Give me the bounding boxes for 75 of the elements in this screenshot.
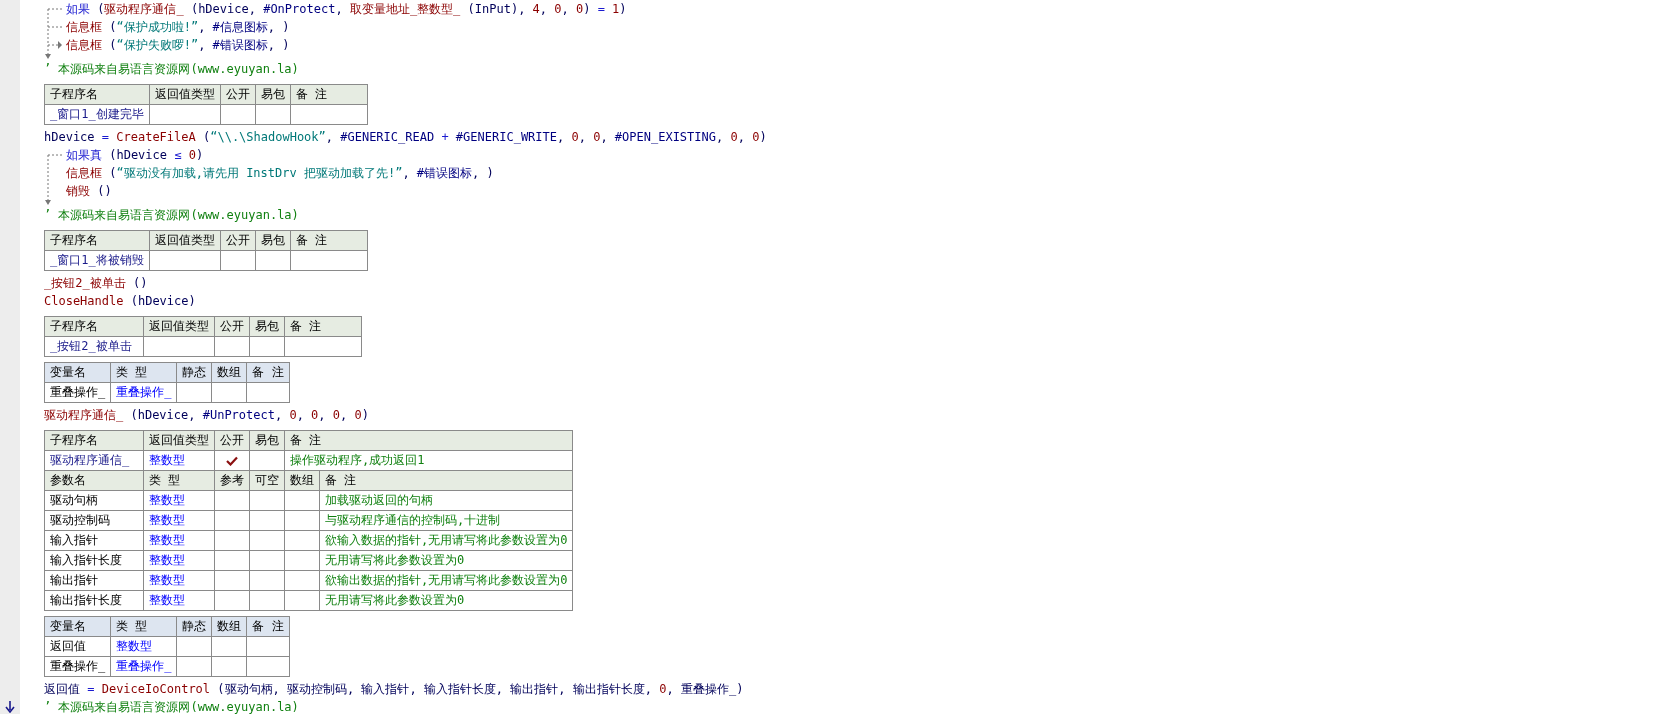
comment-line: ’ 本源码来自易语言资源网(www.eyuyan.la) [44,700,299,714]
column-header: 静态 [176,362,212,383]
table-cell: 无用请写将此参数设置为0 [319,550,573,571]
code-line: hDevice = CreateFileA (“\\.\ShadowHook”, #GENERIC_READ + #GENERIC_WRITE, 0, 0, #OPEN_EXISTING, 0, 0) [44,129,767,146]
table-cell: 欲输出数据的指针,无用请写将此参数设置为0 [319,570,573,591]
column-header: 子程序名 [44,230,150,251]
table-cell: 返回值 [44,636,111,657]
comment-line: ’ 本源码来自易语言资源网(www.eyuyan.la) [44,62,299,76]
table-cell: 整数型 [143,570,215,591]
column-header: 公开 [214,316,250,337]
table-cell: 输入指针 [44,530,144,551]
table-cell: 重叠操作_ [110,656,177,677]
code-line: 返回值 = DeviceIoControl (驱动句柄, 驱动控制码, 输入指针, 输入指针长度, 输出指针, 输出指针长度, 0, 重叠操作_) [44,681,744,698]
code-line: 信息框 (“保护成功啦!”, #信息图标, ) [66,19,291,36]
table-cell: 整数型 [143,450,215,471]
code-line: 驱动程序通信_ (hDevice, #UnProtect, 0, 0, 0, 0) [44,407,369,424]
table-cell: 驱动程序通信_ [44,450,144,471]
column-header: 类 型 [110,362,177,383]
comment-line: ’ 本源码来自易语言资源网(www.eyuyan.la) [44,208,299,222]
code-line: 信息框 (“驱动没有加载,请先用 InstDrv 把驱动加载了先!”, #错误图标, ) [66,165,494,182]
code-line: _按钮2_被单击 () [44,275,148,292]
column-header: 公开 [220,84,256,105]
table-cell: 无用请写将此参数设置为0 [319,590,573,611]
column-header: 子程序名 [44,316,144,337]
column-header: 备 注 [290,84,368,105]
table-cell: 驱动控制码 [44,510,144,531]
table-cell: 整数型 [143,490,215,511]
table-cell: 重叠操作_ [44,656,111,677]
column-header: 返回值类型 [149,84,221,105]
table-cell: _窗口1_创建完毕 [44,104,150,125]
table-cell: 输入指针长度 [44,550,144,571]
column-header: 易包 [255,84,291,105]
column-header: 公开 [214,430,250,451]
code-line: 如果真 (hDevice ≤ 0) [66,147,205,164]
table-cell: 重叠操作_ [110,382,177,403]
column-header: 子程序名 [44,84,150,105]
column-header: 返回值类型 [143,316,215,337]
column-header: 变量名 [44,616,111,637]
column-header: 返回值类型 [149,230,221,251]
table-cell: 整数型 [110,636,177,657]
table-cell: 整数型 [143,530,215,551]
column-header: 备 注 [284,316,362,337]
column-header: 备 注 [246,616,290,637]
column-header: 参数名 [44,470,144,491]
column-header: 备 注 [284,430,573,451]
table-cell: 与驱动程序通信的控制码,十进制 [319,510,573,531]
code-line: 信息框 (“保护失败啰!”, #错误图标, ) [66,37,291,54]
table-cell: 加载驱动返回的句柄 [319,490,573,511]
column-header: 备 注 [290,230,368,251]
table-cell: 整数型 [143,510,215,531]
column-header: 变量名 [44,362,111,383]
table-cell: 整数型 [143,550,215,571]
column-header: 易包 [255,230,291,251]
column-header: 易包 [249,316,285,337]
table-cell: 整数型 [143,590,215,611]
table-cell: 重叠操作_ [44,382,111,403]
column-header: 数组 [211,616,247,637]
table-cell: _按钮2_被单击 [44,336,144,357]
column-header: 类 型 [110,616,177,637]
column-header: 公开 [220,230,256,251]
code-line: CloseHandle (hDevice) [44,293,196,310]
column-header: 易包 [249,430,285,451]
table-cell: 输出指针 [44,570,144,591]
table-cell: 输出指针长度 [44,590,144,611]
column-header: 返回值类型 [143,430,215,451]
code-line: 如果 (驱动程序通信_ (hDevice, #OnProtect, 取变量地址_整数型_ (InPut), 4, 0, 0) = 1) [66,1,627,18]
column-header: 备 注 [246,362,290,383]
table-cell: 操作驱动程序,成功返回1 [284,450,573,471]
column-header: 子程序名 [44,430,144,451]
column-header: 数组 [211,362,247,383]
table-cell: 驱动句柄 [44,490,144,511]
column-header: 静态 [176,616,212,637]
code-line: 销毁 () [66,183,113,200]
table-cell: 欲输入数据的指针,无用请写将此参数设置为0 [319,530,573,551]
table-cell: _窗口1_将被销毁 [44,250,150,271]
